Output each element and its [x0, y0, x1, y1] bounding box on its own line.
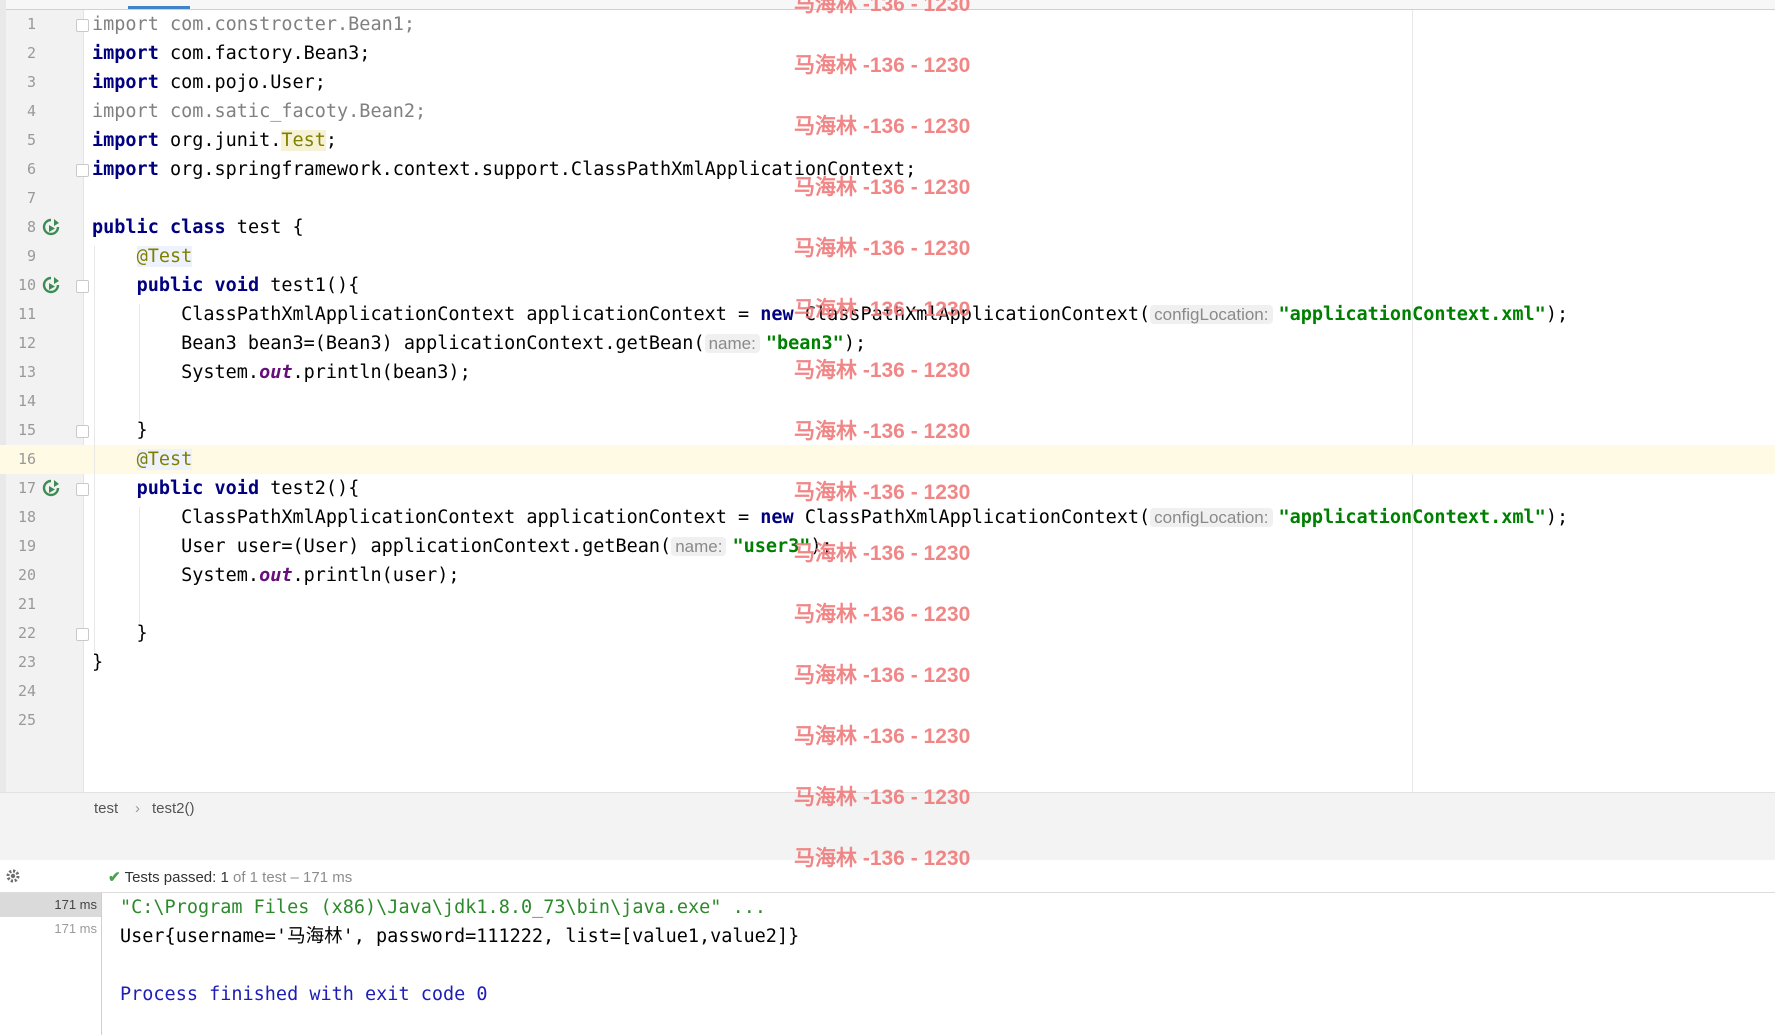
line-number: 19	[17, 537, 36, 555]
run-test-icon[interactable]	[42, 218, 60, 236]
line-number: 13	[17, 363, 36, 381]
watermark-text: 马海林 -136 - 1230	[794, 542, 971, 565]
line-number: 2	[26, 44, 36, 62]
line-number: 1	[26, 15, 36, 33]
watermark-text: 马海林 -136 - 1230	[794, 847, 971, 870]
fold-marker-icon[interactable]	[76, 280, 89, 293]
watermark-text: 马海林 -136 - 1230	[794, 176, 971, 199]
fold-marker-icon[interactable]	[76, 164, 89, 177]
breadcrumb-item-class[interactable]: test	[94, 800, 118, 817]
indent-guide	[94, 246, 95, 652]
line-number: 14	[17, 392, 36, 410]
watermark-text: 马海林 -136 - 1230	[794, 603, 971, 626]
code-text[interactable]: public void test1(){	[92, 271, 360, 300]
line-number: 10	[17, 276, 36, 294]
fold-marker-icon[interactable]	[76, 628, 89, 641]
line-number: 5	[26, 131, 36, 149]
watermark-text: 马海林 -136 - 1230	[794, 481, 971, 504]
watermark-text: 马海林 -136 - 1230	[794, 359, 971, 382]
test-tree-times: 171 ms 171 ms	[0, 893, 102, 1035]
parameter-hint: configLocation:	[1150, 508, 1273, 527]
watermark-text: 马海林 -136 - 1230	[794, 664, 971, 687]
line-number: 12	[17, 334, 36, 352]
test-time-row[interactable]: 171 ms	[0, 917, 101, 941]
tests-passed-label: Tests passed:	[124, 869, 217, 886]
breadcrumb-item-method[interactable]: test2()	[152, 800, 195, 817]
line-number: 18	[17, 508, 36, 526]
indent-guide	[138, 304, 140, 420]
code-text[interactable]: import org.springframework.context.suppo…	[92, 155, 916, 184]
check-icon: ✔	[108, 869, 121, 886]
line-number: 16	[17, 450, 36, 468]
line-number: 24	[17, 682, 36, 700]
test-time-row[interactable]: 171 ms	[0, 893, 101, 917]
code-text[interactable]: import com.pojo.User;	[92, 68, 326, 97]
fold-marker-icon[interactable]	[76, 19, 89, 32]
line-number: 11	[17, 305, 36, 323]
fold-marker-icon[interactable]	[76, 483, 89, 496]
code-line[interactable]: 14	[0, 387, 1775, 416]
parameter-hint: name:	[704, 334, 760, 353]
code-text[interactable]: }	[92, 416, 148, 445]
code-line[interactable]: 18 ClassPathXmlApplicationContext applic…	[0, 503, 1775, 532]
line-number: 9	[26, 247, 36, 265]
line-number: 17	[17, 479, 36, 497]
line-number: 20	[17, 566, 36, 584]
watermark-text: 马海林 -136 - 1230	[794, 298, 971, 321]
code-text[interactable]: @Test	[92, 242, 193, 271]
watermark-text: 马海林 -136 - 1230	[794, 420, 971, 443]
console-exit-line: Process finished with exit code 0	[120, 984, 488, 1005]
line-number: 23	[17, 653, 36, 671]
tests-status: ✔ Tests passed: 1 of 1 test – 171 ms	[108, 868, 352, 886]
tests-summary: of 1 test – 171 ms	[232, 869, 353, 886]
line-number: 7	[26, 189, 36, 207]
line-number: 8	[26, 218, 36, 236]
code-text[interactable]: public void test2(){	[92, 474, 360, 503]
code-text[interactable]: @Test	[92, 445, 193, 474]
line-number: 21	[17, 595, 36, 613]
fold-marker-icon[interactable]	[76, 425, 89, 438]
code-text[interactable]: import org.junit.Test;	[92, 126, 337, 155]
breadcrumb-separator: ›	[135, 800, 140, 817]
code-text[interactable]: System.out.println(user);	[92, 561, 459, 590]
line-number: 3	[26, 73, 36, 91]
code-text[interactable]: }	[92, 619, 148, 648]
gear-icon[interactable]	[4, 867, 22, 885]
code-text[interactable]: import com.satic_facoty.Bean2;	[92, 97, 426, 126]
watermark-text: 马海林 -136 - 1230	[794, 0, 971, 16]
line-number: 4	[26, 102, 36, 120]
run-test-icon[interactable]	[42, 479, 60, 497]
code-text[interactable]: Bean3 bean3=(Bean3) applicationContext.g…	[92, 329, 866, 358]
run-test-icon[interactable]	[42, 276, 60, 294]
console-output-line: User{username='马海林', password=111222, li…	[120, 926, 800, 947]
code-text[interactable]: ClassPathXmlApplicationContext applicati…	[92, 503, 1568, 532]
watermark-text: 马海林 -136 - 1230	[794, 725, 971, 748]
line-number: 15	[17, 421, 36, 439]
code-text[interactable]: }	[92, 648, 103, 677]
console-output[interactable]: "C:\Program Files (x86)\Java\jdk1.8.0_73…	[120, 893, 1720, 1035]
line-number: 6	[26, 160, 36, 178]
watermark-text: 马海林 -136 - 1230	[794, 237, 971, 260]
active-tab-indicator	[128, 6, 190, 9]
code-text[interactable]: public class test {	[92, 213, 304, 242]
watermark-text: 马海林 -136 - 1230	[794, 54, 971, 77]
current-line[interactable]: 16 @Test	[0, 445, 1775, 474]
code-text[interactable]: System.out.println(bean3);	[92, 358, 471, 387]
tests-passed-count: 1	[220, 869, 229, 886]
console-command-line: "C:\Program Files (x86)\Java\jdk1.8.0_73…	[120, 897, 767, 918]
line-number: 25	[17, 711, 36, 729]
parameter-hint: name:	[671, 537, 727, 556]
line-number: 22	[17, 624, 36, 642]
code-text[interactable]: import com.factory.Bean3;	[92, 39, 370, 68]
watermark-text: 马海林 -136 - 1230	[794, 786, 971, 809]
parameter-hint: configLocation:	[1150, 305, 1273, 324]
code-text[interactable]: import com.constrocter.Bean1;	[92, 10, 415, 39]
code-text[interactable]: User user=(User) applicationContext.getB…	[92, 532, 833, 561]
indent-guide	[138, 507, 140, 623]
watermark-text: 马海林 -136 - 1230	[794, 115, 971, 138]
